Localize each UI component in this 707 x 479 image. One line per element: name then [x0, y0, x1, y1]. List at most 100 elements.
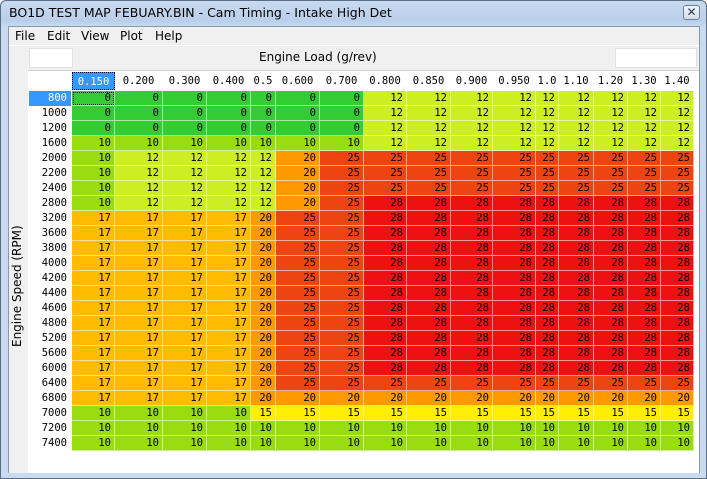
table-cell[interactable]: 28 — [559, 346, 594, 361]
table-cell[interactable]: 10 — [320, 421, 364, 436]
table-cell[interactable]: 28 — [407, 346, 451, 361]
table-cell[interactable]: 12 — [115, 166, 163, 181]
table-cell[interactable]: 10 — [628, 421, 661, 436]
table-cell[interactable]: 17 — [207, 226, 251, 241]
table-cell[interactable]: 28 — [364, 226, 407, 241]
table-cell[interactable]: 17 — [163, 316, 207, 331]
table-cell[interactable]: 10 — [276, 136, 320, 151]
table-cell[interactable]: 0 — [72, 121, 115, 136]
table-cell[interactable]: 25 — [407, 166, 451, 181]
table-cell[interactable]: 12 — [407, 106, 451, 121]
table-cell[interactable]: 28 — [661, 211, 694, 226]
table-cell[interactable]: 28 — [594, 256, 628, 271]
table-cell[interactable]: 0 — [72, 106, 115, 121]
table-cell[interactable]: 28 — [536, 196, 559, 211]
table-cell[interactable]: 17 — [207, 346, 251, 361]
table-cell[interactable]: 12 — [628, 121, 661, 136]
table-cell[interactable]: 28 — [536, 271, 559, 286]
table-cell[interactable]: 25 — [493, 166, 536, 181]
table-cell[interactable]: 28 — [364, 196, 407, 211]
table-cell[interactable]: 15 — [251, 406, 276, 421]
table-cell[interactable]: 28 — [536, 286, 559, 301]
table-cell[interactable]: 28 — [493, 316, 536, 331]
rpm-header-6400[interactable]: 6400 — [29, 376, 71, 391]
rpm-header-6000[interactable]: 6000 — [29, 361, 71, 376]
load-header-6[interactable]: 0.700 — [320, 72, 364, 90]
load-header-11[interactable]: 1.0 — [536, 72, 559, 90]
table-cell[interactable]: 28 — [594, 196, 628, 211]
table-cell[interactable]: 25 — [661, 166, 694, 181]
table-cell[interactable]: 28 — [594, 271, 628, 286]
table-cell[interactable]: 12 — [115, 196, 163, 211]
table-cell[interactable]: 15 — [451, 406, 493, 421]
table-cell[interactable]: 0 — [251, 121, 276, 136]
table-cell[interactable]: 12 — [251, 181, 276, 196]
table-cell[interactable]: 12 — [559, 136, 594, 151]
table-cell[interactable]: 10 — [207, 136, 251, 151]
table-cell[interactable]: 28 — [364, 241, 407, 256]
table-cell[interactable]: 12 — [364, 136, 407, 151]
table-cell[interactable]: 0 — [115, 91, 163, 106]
table-cell[interactable]: 25 — [320, 226, 364, 241]
table-cell[interactable]: 28 — [364, 361, 407, 376]
table-cell[interactable]: 10 — [163, 436, 207, 451]
table-cell[interactable]: 10 — [72, 406, 115, 421]
table-cell[interactable]: 17 — [163, 376, 207, 391]
table-cell[interactable]: 28 — [628, 361, 661, 376]
table-cell[interactable]: 0 — [320, 91, 364, 106]
table-cell[interactable]: 25 — [364, 151, 407, 166]
table-cell[interactable]: 28 — [628, 331, 661, 346]
table-cell[interactable]: 10 — [72, 181, 115, 196]
table-cell[interactable]: 28 — [407, 196, 451, 211]
table-cell[interactable]: 12 — [559, 121, 594, 136]
table-cell[interactable]: 10 — [72, 151, 115, 166]
table-cell[interactable]: 28 — [451, 346, 493, 361]
table-cell[interactable]: 17 — [163, 346, 207, 361]
table-cell[interactable]: 12 — [407, 136, 451, 151]
rpm-header-2400[interactable]: 2400 — [29, 181, 71, 196]
table-cell[interactable]: 20 — [559, 391, 594, 406]
table-cell[interactable]: 10 — [251, 421, 276, 436]
table-cell[interactable]: 25 — [276, 316, 320, 331]
table-cell[interactable]: 10 — [163, 421, 207, 436]
table-cell[interactable]: 12 — [163, 166, 207, 181]
rpm-header-800[interactable]: 800 — [29, 91, 71, 106]
table-cell[interactable]: 10 — [115, 421, 163, 436]
table-cell[interactable]: 17 — [163, 391, 207, 406]
table-cell[interactable]: 20 — [276, 181, 320, 196]
table-cell[interactable]: 28 — [661, 286, 694, 301]
table-cell[interactable]: 10 — [276, 421, 320, 436]
table-cell[interactable]: 12 — [207, 166, 251, 181]
table-cell[interactable]: 25 — [364, 376, 407, 391]
table-cell[interactable]: 17 — [163, 331, 207, 346]
table-cell[interactable]: 28 — [661, 346, 694, 361]
table-cell[interactable]: 28 — [661, 226, 694, 241]
table-cell[interactable]: 20 — [451, 391, 493, 406]
table-cell[interactable]: 12 — [493, 136, 536, 151]
table-cell[interactable]: 10 — [594, 436, 628, 451]
table-cell[interactable]: 28 — [364, 286, 407, 301]
table-cell[interactable]: 17 — [163, 211, 207, 226]
table-cell[interactable]: 28 — [628, 271, 661, 286]
table-cell[interactable]: 28 — [559, 286, 594, 301]
table-cell[interactable]: 0 — [251, 106, 276, 121]
table-cell[interactable]: 25 — [407, 181, 451, 196]
table-cell[interactable]: 17 — [115, 241, 163, 256]
table-cell[interactable]: 0 — [320, 121, 364, 136]
table-cell[interactable]: 25 — [493, 181, 536, 196]
table-cell[interactable]: 0 — [276, 91, 320, 106]
table-cell[interactable]: 25 — [594, 376, 628, 391]
table-cell[interactable]: 28 — [451, 241, 493, 256]
table-cell[interactable]: 28 — [407, 286, 451, 301]
table-cell[interactable]: 28 — [493, 241, 536, 256]
table-cell[interactable]: 12 — [628, 136, 661, 151]
table-cell[interactable]: 28 — [493, 256, 536, 271]
table-cell[interactable]: 25 — [594, 151, 628, 166]
rpm-header-3800[interactable]: 3800 — [29, 241, 71, 256]
load-header-8[interactable]: 0.850 — [407, 72, 451, 90]
table-cell[interactable]: 28 — [536, 346, 559, 361]
table-cell[interactable]: 12 — [451, 91, 493, 106]
load-header-13[interactable]: 1.20 — [594, 72, 628, 90]
table-cell[interactable]: 25 — [320, 301, 364, 316]
table-cell[interactable]: 28 — [536, 256, 559, 271]
